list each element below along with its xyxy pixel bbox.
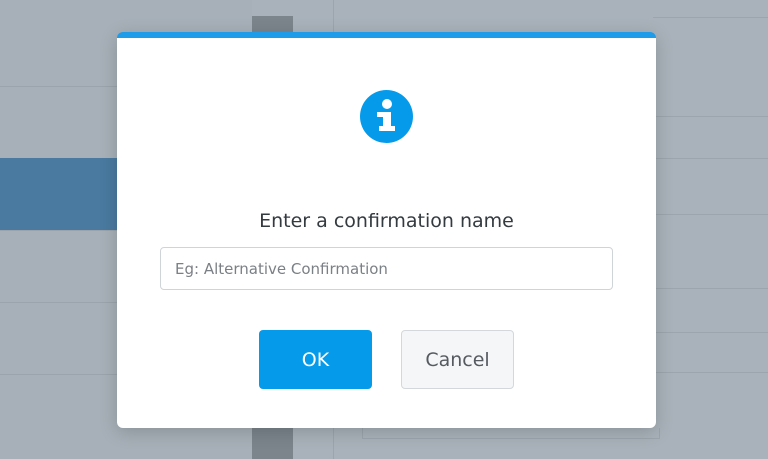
ok-button[interactable]: OK xyxy=(259,330,372,389)
info-icon xyxy=(360,90,413,143)
confirmation-name-input[interactable] xyxy=(160,247,613,290)
cancel-button[interactable]: Cancel xyxy=(401,330,514,389)
dialog-prompt: Enter a confirmation name xyxy=(259,210,514,232)
confirmation-name-dialog: Enter a confirmation name OK Cancel xyxy=(117,32,656,428)
